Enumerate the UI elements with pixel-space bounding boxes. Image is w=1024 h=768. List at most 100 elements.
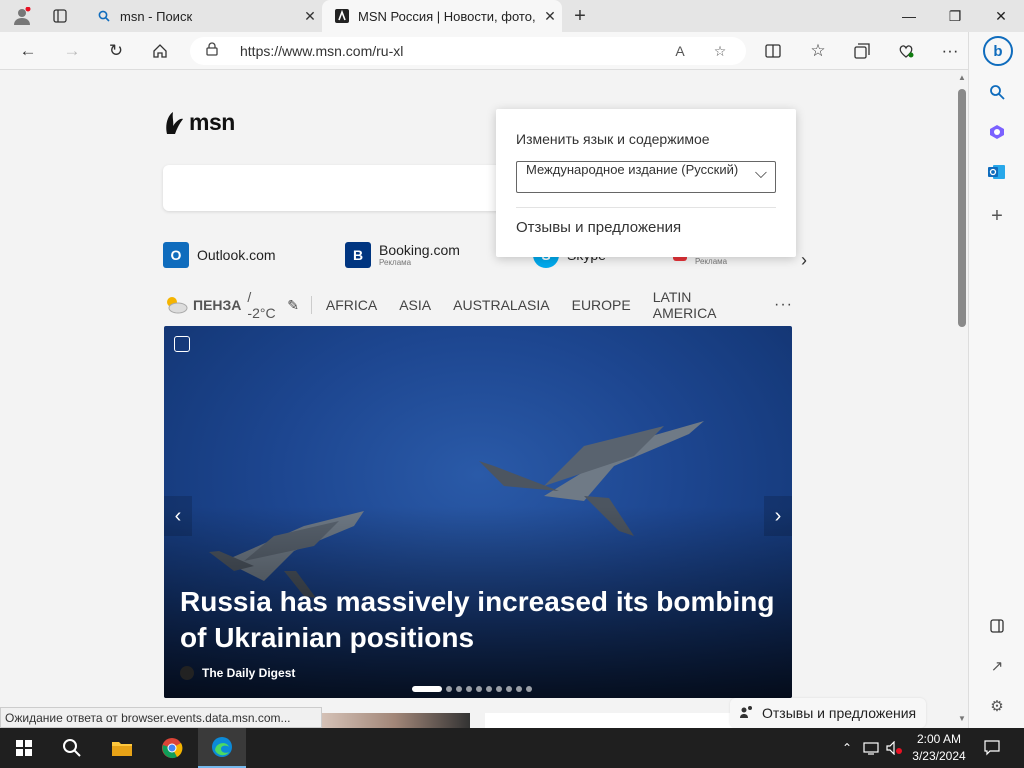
hide-sidebar-icon[interactable] xyxy=(983,612,1011,640)
quicklink-booking[interactable]: B Booking.com Реклама xyxy=(345,242,460,268)
outlook-icon: O xyxy=(163,242,189,268)
back-icon[interactable]: ← xyxy=(12,35,44,67)
hero-source[interactable]: The Daily Digest xyxy=(180,666,295,680)
carousel-dot[interactable] xyxy=(486,686,492,692)
file-explorer-icon[interactable] xyxy=(98,728,146,768)
region-africa[interactable]: AFRICA xyxy=(326,297,377,313)
weather-city[interactable]: ПЕНЗА xyxy=(193,297,241,313)
favorites-icon[interactable]: ☆ xyxy=(802,35,834,67)
carousel-dots xyxy=(412,686,532,692)
tab-actions-icon[interactable] xyxy=(44,0,76,32)
windows-start-icon[interactable] xyxy=(0,728,48,768)
weather-temp[interactable]: / -2°C xyxy=(247,289,281,321)
carousel-next-icon[interactable]: › xyxy=(764,496,792,536)
carousel-dot[interactable] xyxy=(516,686,522,692)
booking-icon: B xyxy=(345,242,371,268)
split-screen-icon[interactable] xyxy=(757,35,789,67)
clock-date: 3/23/2024 xyxy=(912,749,966,763)
collections-icon[interactable] xyxy=(846,35,878,67)
outlook-icon[interactable] xyxy=(983,158,1011,186)
carousel-dot[interactable] xyxy=(466,686,472,692)
close-window-icon[interactable]: ✕ xyxy=(978,0,1024,32)
hero-carousel[interactable]: ‹ › Russia has massively increased its b… xyxy=(164,326,792,698)
chrome-icon[interactable] xyxy=(148,728,196,768)
carousel-dot[interactable] xyxy=(496,686,502,692)
carousel-dot[interactable] xyxy=(456,686,462,692)
restore-icon[interactable]: ❐ xyxy=(932,0,978,32)
hero-headline[interactable]: Russia has massively increased its bombi… xyxy=(180,584,780,656)
edit-location-icon[interactable]: ✎ xyxy=(287,297,299,314)
url-text: https://www.msn.com/ru-xl xyxy=(240,43,404,59)
msn-favicon-icon xyxy=(334,8,350,24)
more-regions-icon[interactable]: ··· xyxy=(774,296,793,314)
lock-icon[interactable] xyxy=(206,41,226,61)
carousel-dot[interactable] xyxy=(526,686,532,692)
minimize-icon[interactable]: — xyxy=(886,0,932,32)
search-icon[interactable] xyxy=(983,78,1011,106)
bing-copilot-icon[interactable]: b xyxy=(983,36,1013,66)
chevron-down-icon[interactable]: ⌵ xyxy=(755,166,767,182)
popup-feedback-link[interactable]: Отзывы и предложения xyxy=(516,219,681,236)
search-input[interactable] xyxy=(163,165,503,211)
scroll-down-icon[interactable]: ▼ xyxy=(956,714,968,723)
scrollbar[interactable]: ▲ ▼ xyxy=(956,71,968,728)
new-tab-icon[interactable]: + xyxy=(564,0,596,32)
region-asia[interactable]: ASIA xyxy=(399,297,431,313)
settings-gear-icon[interactable]: ⚙ xyxy=(983,692,1011,720)
ad-label: Реклама xyxy=(695,257,728,266)
network-icon[interactable] xyxy=(860,728,882,768)
tray-chevron-icon[interactable]: ⌃ xyxy=(836,728,858,768)
search-icon xyxy=(96,8,112,24)
volume-muted-icon[interactable] xyxy=(884,728,906,768)
msn-page: msn O Outlook.com B Booking.com Реклама … xyxy=(0,71,956,728)
carousel-prev-icon[interactable]: ‹ xyxy=(164,496,192,536)
weather-region-bar: ПЕНЗА / -2°C ✎ AFRICA ASIA AUSTRALASIA E… xyxy=(163,289,793,321)
close-tab-icon[interactable]: ✕ xyxy=(298,8,322,25)
home-icon[interactable] xyxy=(144,35,176,67)
scroll-thumb[interactable] xyxy=(958,89,966,327)
source-logo-icon xyxy=(180,666,194,680)
close-tab-icon[interactable]: ✕ xyxy=(538,8,562,25)
more-menu-icon[interactable]: ··· xyxy=(934,35,966,67)
news-card-thumb[interactable] xyxy=(320,713,470,728)
clock-time: 2:00 AM xyxy=(916,732,962,746)
forward-icon[interactable]: → xyxy=(56,35,88,67)
scroll-up-icon[interactable]: ▲ xyxy=(956,73,968,82)
carousel-dot[interactable] xyxy=(446,686,452,692)
weather-icon[interactable] xyxy=(163,294,189,317)
region-latin-america[interactable]: LATIN AMERICA xyxy=(653,289,752,321)
carousel-dot[interactable] xyxy=(506,686,512,692)
carousel-dot[interactable] xyxy=(476,686,482,692)
tab-search[interactable]: msn - Поиск ✕ xyxy=(84,0,322,32)
address-toolbar: ← → ↻ https://www.msn.com/ru-xl A ☆ ☆ ··… xyxy=(0,32,1024,70)
region-europe[interactable]: EUROPE xyxy=(572,297,631,313)
region-australasia[interactable]: AUSTRALASIA xyxy=(453,297,549,313)
read-aloud-icon[interactable]: A xyxy=(670,41,690,61)
external-link-icon[interactable]: ↗ xyxy=(983,652,1011,680)
tab-title: MSN Россия | Новости, фото, п xyxy=(358,8,538,24)
edge-sidebar: b + ↗ ⚙ xyxy=(968,32,1024,728)
feedback-button[interactable]: Отзывы и предложения xyxy=(730,698,926,728)
quicklink-label: Outlook.com xyxy=(197,246,276,263)
browser-essentials-icon[interactable] xyxy=(890,35,922,67)
logo-text: msn xyxy=(189,109,235,135)
edge-icon[interactable] xyxy=(198,728,246,768)
profile-icon[interactable] xyxy=(6,0,38,32)
tab-msn[interactable]: MSN Россия | Новости, фото, п ✕ xyxy=(322,0,562,32)
edition-select[interactable]: Международное издание (Русский) ⌵ xyxy=(516,161,776,193)
office-icon[interactable] xyxy=(983,118,1011,146)
notifications-icon[interactable] xyxy=(970,728,1014,768)
tab-strip: msn - Поиск ✕ MSN Россия | Новости, фото… xyxy=(0,0,1024,32)
quicklink-outlook[interactable]: O Outlook.com xyxy=(163,242,276,268)
taskbar-search-icon[interactable] xyxy=(48,728,96,768)
taskbar-clock[interactable]: 2:00 AM 3/23/2024 xyxy=(908,731,970,765)
msn-logo[interactable]: msn xyxy=(163,109,235,136)
add-sidebar-item-icon[interactable]: + xyxy=(983,202,1011,230)
address-bar[interactable]: https://www.msn.com/ru-xl A ☆ xyxy=(190,37,746,65)
popup-title: Изменить язык и содержимое xyxy=(516,131,710,147)
refresh-icon[interactable]: ↻ xyxy=(100,35,132,67)
feedback-label: Отзывы и предложения xyxy=(762,705,917,721)
carousel-dot[interactable] xyxy=(412,686,442,692)
chevron-right-icon[interactable]: › xyxy=(801,250,807,271)
favorite-star-icon[interactable]: ☆ xyxy=(710,41,730,61)
